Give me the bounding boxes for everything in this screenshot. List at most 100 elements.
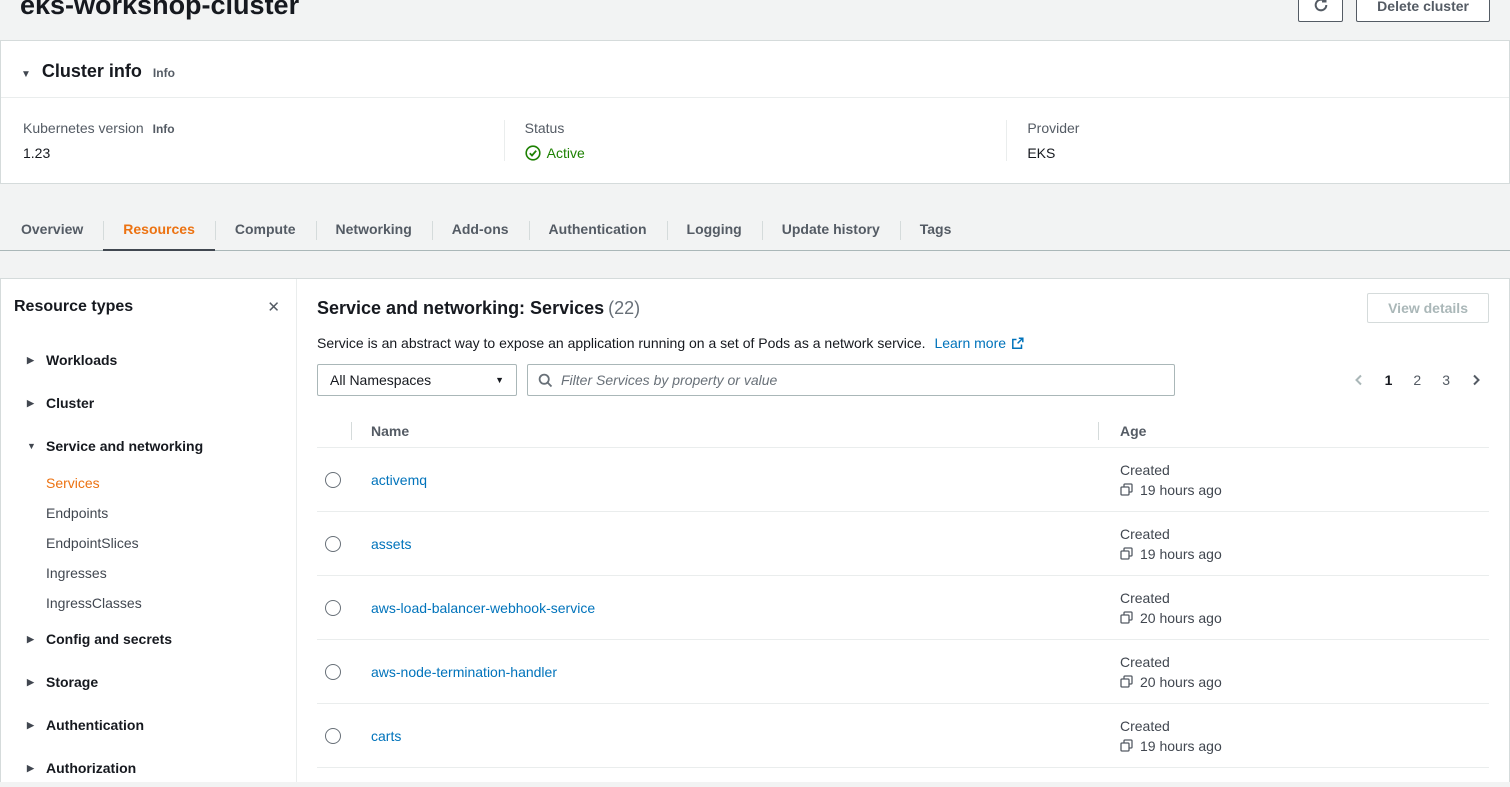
age-cell: Created 19 hours ago bbox=[1120, 718, 1489, 754]
provider-value: EKS bbox=[1027, 145, 1509, 161]
tab-logging[interactable]: Logging bbox=[667, 208, 762, 250]
created-label: Created bbox=[1120, 526, 1489, 542]
age-cell: Created 19 hours ago bbox=[1120, 462, 1489, 498]
tab-add-ons[interactable]: Add-ons bbox=[432, 208, 529, 250]
field-label: Kubernetes version bbox=[23, 120, 144, 136]
sidebar-item-services[interactable]: Services bbox=[1, 468, 296, 498]
resources-panel: Resource types ✕ ▶ Workloads ▶ Cluster ▼… bbox=[0, 278, 1510, 782]
delete-cluster-button[interactable]: Delete cluster bbox=[1356, 0, 1490, 22]
row-radio[interactable] bbox=[325, 728, 341, 744]
service-name-link[interactable]: carts bbox=[371, 728, 401, 744]
table-header-name: Name bbox=[351, 423, 1098, 439]
page-number-3[interactable]: 3 bbox=[1434, 368, 1458, 392]
description-text: Service is an abstract way to expose an … bbox=[317, 335, 926, 351]
sidebar-group-config-and-secrets[interactable]: ▶ Config and secrets bbox=[1, 618, 296, 661]
filter-search-input[interactable] bbox=[561, 372, 1164, 388]
age-text: 20 hours ago bbox=[1140, 610, 1222, 626]
learn-more-link[interactable]: Learn more bbox=[934, 333, 1024, 353]
copy-icon bbox=[1120, 611, 1133, 624]
page-title: eks-workshop-cluster bbox=[20, 0, 299, 22]
field-kubernetes-version: Kubernetes version Info 1.23 bbox=[1, 120, 504, 161]
dropdown-caret-icon: ▼ bbox=[495, 375, 504, 385]
view-details-button[interactable]: View details bbox=[1367, 293, 1489, 323]
sidebar-title: Resource types bbox=[14, 298, 133, 316]
sidebar-group-workloads[interactable]: ▶ Workloads bbox=[1, 339, 296, 382]
chevron-right-icon[interactable] bbox=[1463, 371, 1489, 389]
tab-overview[interactable]: Overview bbox=[1, 208, 103, 250]
copy-icon bbox=[1120, 547, 1133, 560]
service-name-link[interactable]: assets bbox=[371, 536, 411, 552]
field-label: Status bbox=[525, 120, 565, 136]
created-label: Created bbox=[1120, 654, 1489, 670]
caret-right-icon: ▶ bbox=[27, 630, 37, 649]
row-radio[interactable] bbox=[325, 664, 341, 680]
age-cell: Created 19 hours ago bbox=[1120, 526, 1489, 562]
chevron-left-icon[interactable] bbox=[1346, 371, 1372, 389]
row-radio[interactable] bbox=[325, 472, 341, 488]
age-cell: Created 20 hours ago bbox=[1120, 590, 1489, 626]
created-label: Created bbox=[1120, 718, 1489, 734]
caret-down-icon[interactable]: ▼ bbox=[21, 69, 31, 80]
table-row: assets Created 19 hours ago bbox=[317, 512, 1489, 576]
page-number-1[interactable]: 1 bbox=[1377, 368, 1401, 392]
group-label: Cluster bbox=[46, 394, 94, 413]
group-label: Service and networking bbox=[46, 437, 203, 456]
table-header-row: Name Age bbox=[317, 414, 1489, 448]
cluster-info-info-link[interactable]: Info bbox=[153, 66, 175, 80]
sidebar-group-authorization[interactable]: ▶ Authorization bbox=[1, 747, 296, 782]
age-text: 19 hours ago bbox=[1140, 738, 1222, 754]
service-name-link[interactable]: aws-load-balancer-webhook-service bbox=[371, 600, 595, 616]
table-row: Created bbox=[317, 768, 1489, 782]
close-icon[interactable]: ✕ bbox=[267, 300, 280, 315]
cluster-info-card: ▼ Cluster info Info Kubernetes version I… bbox=[0, 40, 1510, 184]
copy-icon bbox=[1120, 739, 1133, 752]
copy-icon bbox=[1120, 483, 1133, 496]
tab-networking[interactable]: Networking bbox=[316, 208, 432, 250]
tab-resources[interactable]: Resources bbox=[103, 208, 215, 250]
refresh-button[interactable] bbox=[1298, 0, 1343, 22]
sidebar-item-endpoints[interactable]: Endpoints bbox=[1, 498, 296, 528]
namespace-select[interactable]: All Namespaces ▼ bbox=[317, 364, 517, 396]
field-label: Provider bbox=[1027, 120, 1079, 136]
status-value: Active bbox=[547, 145, 585, 161]
tab-authentication[interactable]: Authentication bbox=[529, 208, 667, 250]
sidebar-item-endpointslices[interactable]: EndpointSlices bbox=[1, 528, 296, 558]
services-heading-text: Service and networking: Services bbox=[317, 298, 604, 318]
pagination: 1 2 3 bbox=[1346, 368, 1489, 392]
tab-compute[interactable]: Compute bbox=[215, 208, 316, 250]
service-networking-children: Services Endpoints EndpointSlices Ingres… bbox=[1, 468, 296, 618]
created-label: Created bbox=[1120, 590, 1489, 606]
resource-nav: ▶ Workloads ▶ Cluster ▼ Service and netw… bbox=[1, 339, 296, 782]
sidebar-item-ingressclasses[interactable]: IngressClasses bbox=[1, 588, 296, 618]
caret-right-icon: ▶ bbox=[27, 394, 37, 413]
learn-more-label: Learn more bbox=[934, 333, 1006, 353]
kubernetes-version-info-link[interactable]: Info bbox=[153, 122, 175, 136]
cluster-info-title: Cluster info bbox=[42, 61, 142, 82]
service-name-link[interactable]: activemq bbox=[371, 472, 427, 488]
field-provider: Provider EKS bbox=[1006, 120, 1509, 161]
page-number-2[interactable]: 2 bbox=[1405, 368, 1429, 392]
tab-tags[interactable]: Tags bbox=[900, 208, 972, 250]
service-name-link[interactable]: aws-node-termination-handler bbox=[371, 664, 557, 680]
sidebar-group-storage[interactable]: ▶ Storage bbox=[1, 661, 296, 704]
sidebar-group-cluster[interactable]: ▶ Cluster bbox=[1, 382, 296, 425]
age-text: 19 hours ago bbox=[1140, 546, 1222, 562]
copy-icon bbox=[1120, 675, 1133, 688]
row-radio[interactable] bbox=[325, 600, 341, 616]
age-cell: Created 20 hours ago bbox=[1120, 654, 1489, 690]
table-row: aws-node-termination-handler Created 20 … bbox=[317, 640, 1489, 704]
table-header-age: Age bbox=[1098, 423, 1489, 439]
cluster-info-fields: Kubernetes version Info 1.23 Status Acti… bbox=[1, 98, 1509, 183]
row-radio[interactable] bbox=[325, 536, 341, 552]
sidebar-item-ingresses[interactable]: Ingresses bbox=[1, 558, 296, 588]
tab-update-history[interactable]: Update history bbox=[762, 208, 900, 250]
table-row: carts Created 19 hours ago bbox=[317, 704, 1489, 768]
refresh-icon bbox=[1313, 0, 1329, 16]
services-description: Service is an abstract way to expose an … bbox=[317, 333, 1489, 353]
sidebar-group-authentication[interactable]: ▶ Authentication bbox=[1, 704, 296, 747]
caret-right-icon: ▶ bbox=[27, 351, 37, 370]
table-row: aws-load-balancer-webhook-service Create… bbox=[317, 576, 1489, 640]
cluster-info-header[interactable]: ▼ Cluster info Info bbox=[1, 41, 1509, 98]
sidebar-group-service-and-networking[interactable]: ▼ Service and networking bbox=[1, 425, 296, 468]
check-circle-icon bbox=[525, 145, 541, 161]
